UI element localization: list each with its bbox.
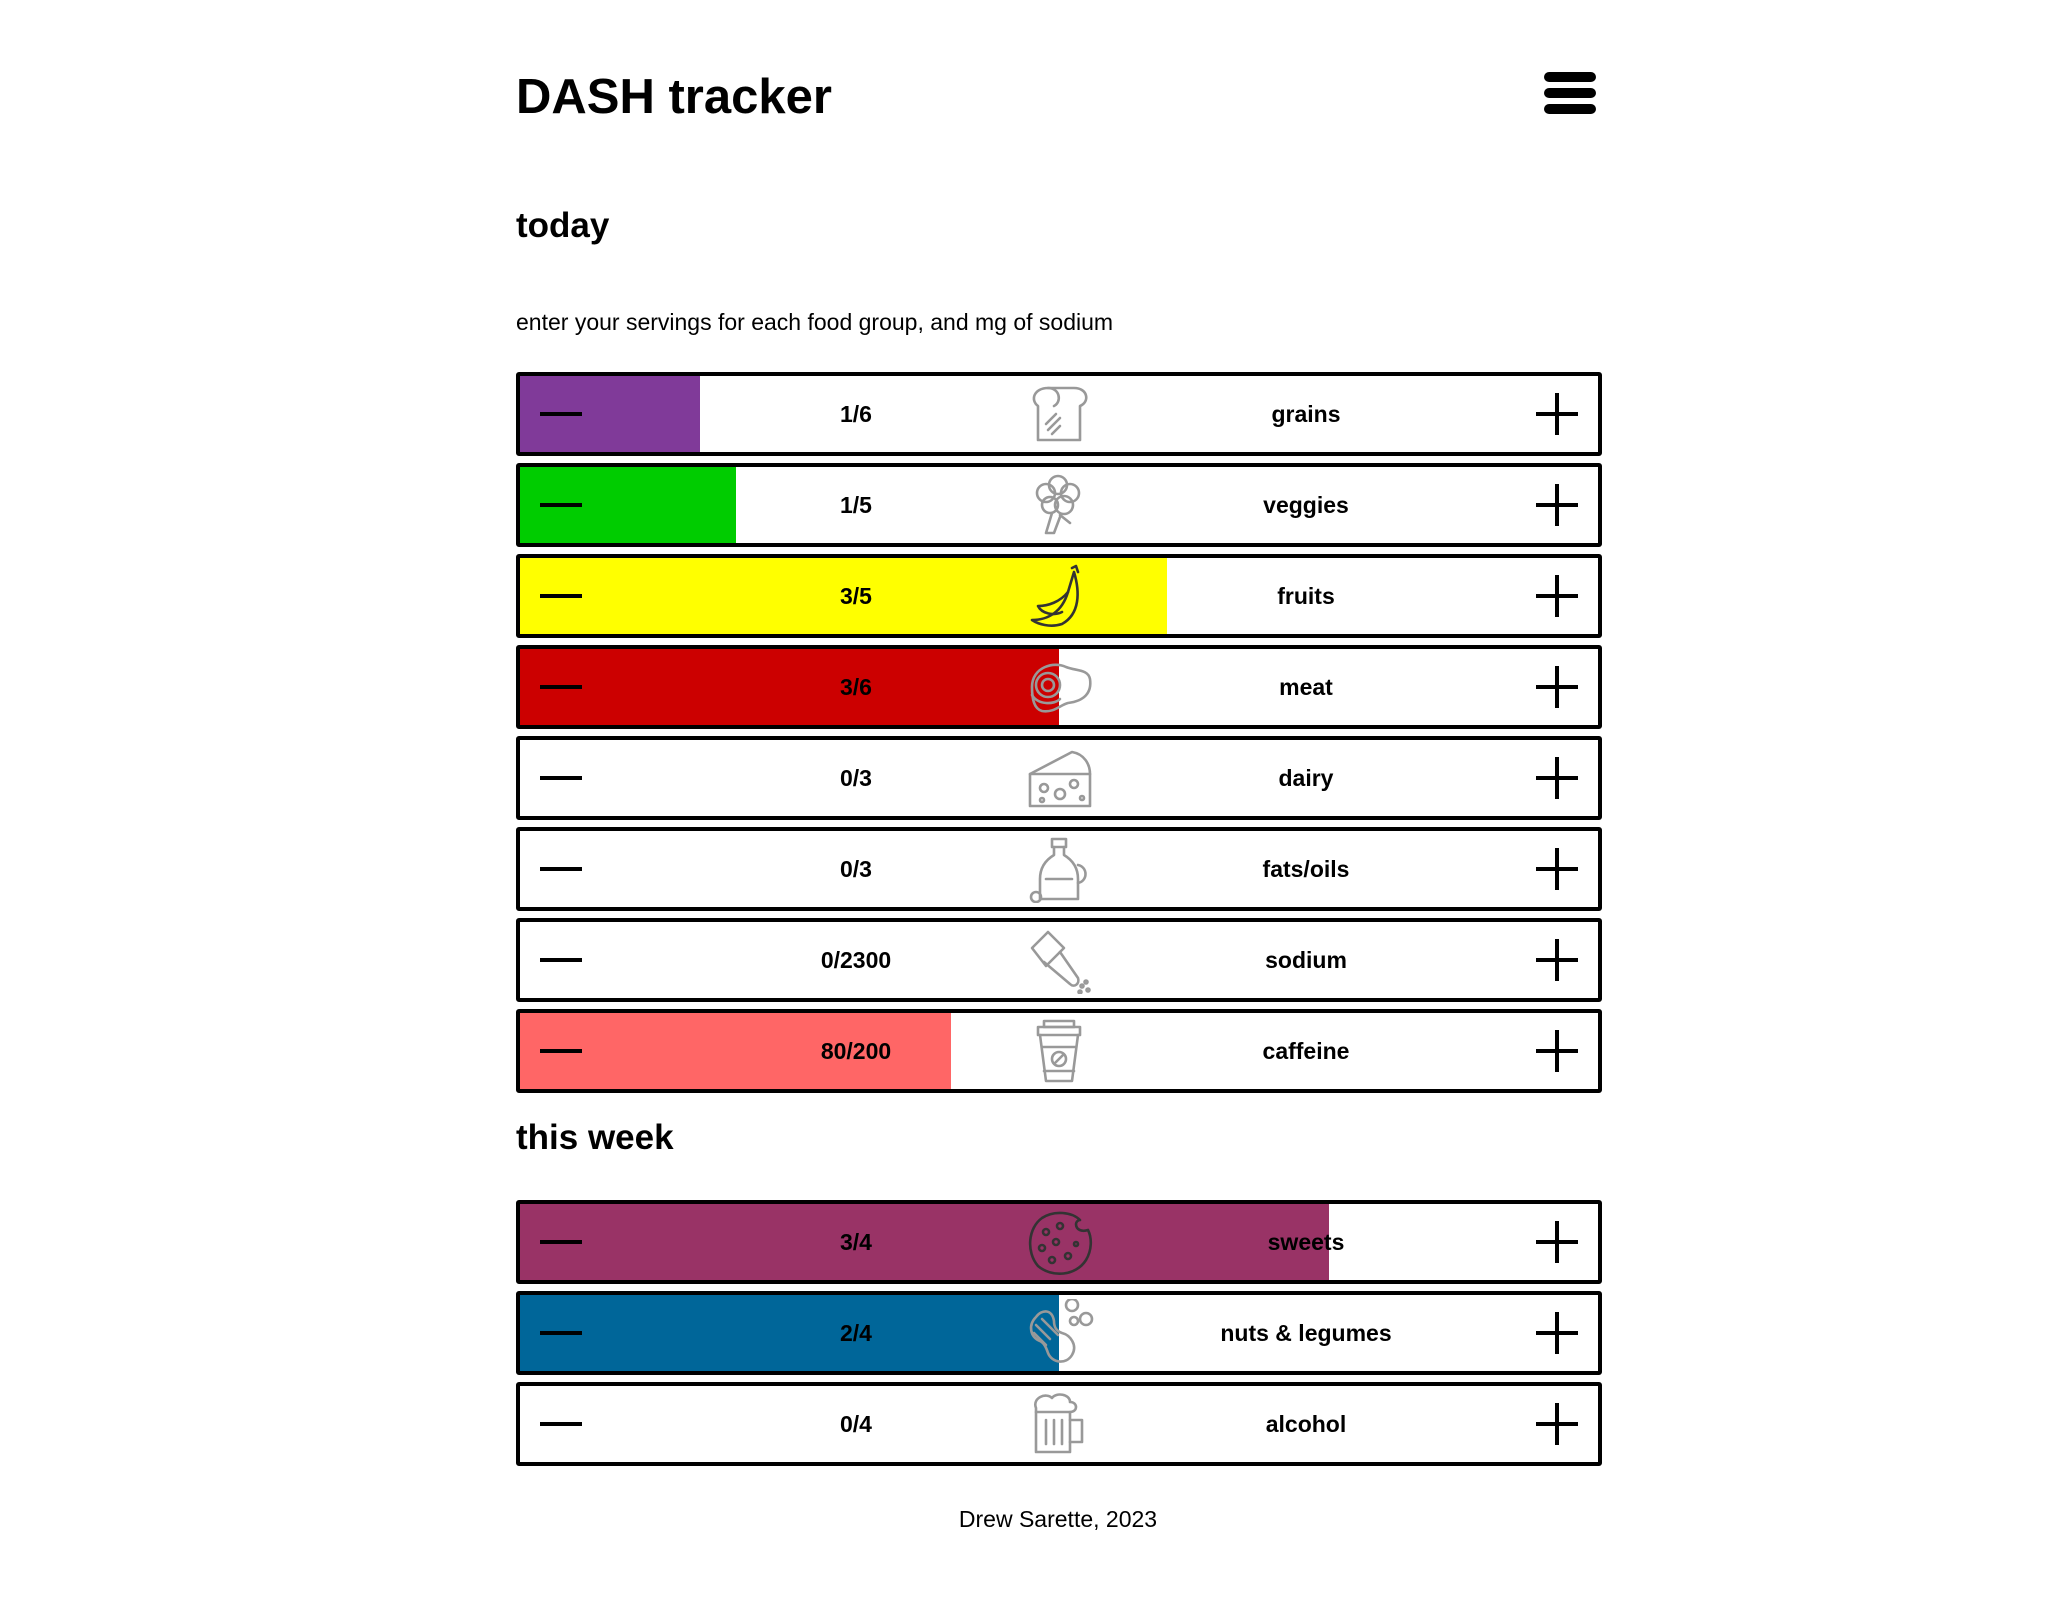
tracker-row-grains: 1/6 grains <box>516 372 1602 456</box>
count-dairy: 0/3 <box>840 765 872 791</box>
salt-shaker-icon <box>1024 926 1094 995</box>
steak-icon <box>1024 653 1094 721</box>
count-caffeine: 80/200 <box>820 1038 892 1064</box>
increment-caffeine-button[interactable] <box>1518 1013 1598 1089</box>
increment-meat-button[interactable] <box>1518 649 1598 725</box>
oil-bottle-icon <box>1024 835 1094 904</box>
increment-sweets-button[interactable] <box>1518 1204 1598 1280</box>
minus-icon <box>540 776 582 780</box>
minus-icon <box>540 503 582 507</box>
increment-fruits-button[interactable] <box>1518 558 1598 634</box>
decrement-fats-oils-button[interactable] <box>520 831 600 907</box>
count-fats-oils: 0/3 <box>840 856 872 882</box>
banana-icon <box>1024 562 1094 630</box>
label-alcohol: alcohol <box>1265 1411 1347 1437</box>
tracker-row-alcohol: 0/4 alcohol <box>516 1382 1602 1466</box>
label-dairy: dairy <box>1278 765 1334 791</box>
instructions-text: enter your servings for each food group,… <box>516 309 1114 335</box>
decrement-caffeine-button[interactable] <box>520 1013 600 1089</box>
beer-mug-icon <box>1024 1390 1094 1458</box>
label-fats-oils: fats/oils <box>1262 856 1350 882</box>
count-fruits: 3/5 <box>840 583 872 609</box>
decrement-sodium-button[interactable] <box>520 922 600 998</box>
tracker-row-sodium: 0/2300 sodium <box>516 918 1602 1002</box>
tracker-row-veggies: 1/5 veggies <box>516 463 1602 547</box>
footer-credit: Drew Sarette, 2023 <box>958 1506 1158 1532</box>
count-nuts-and-legumes: 2/4 <box>840 1320 872 1346</box>
tracker-row-meat: 3/6 meat <box>516 645 1602 729</box>
this-week-heading: this week <box>516 1118 674 1157</box>
broccoli-icon <box>1024 471 1094 539</box>
label-sodium: sodium <box>1265 947 1347 973</box>
count-alcohol: 0/4 <box>840 1411 872 1437</box>
increment-fats-oils-button[interactable] <box>1518 831 1598 907</box>
label-fruits: fruits <box>1277 583 1335 609</box>
minus-icon <box>540 1331 582 1335</box>
count-meat: 3/6 <box>840 674 872 700</box>
minus-icon <box>540 594 582 598</box>
increment-veggies-button[interactable] <box>1518 467 1598 543</box>
minus-icon <box>540 1240 582 1244</box>
tracker-row-fats-oils: 0/3 fats/oils <box>516 827 1602 911</box>
today-heading: today <box>516 206 610 245</box>
cookie-icon <box>1024 1208 1094 1276</box>
tracker-row-nuts-and-legumes: 2/4 nuts & legumes <box>516 1291 1602 1375</box>
decrement-veggies-button[interactable] <box>520 467 600 543</box>
tracker-row-caffeine: 80/200 caffeine <box>516 1009 1602 1093</box>
label-caffeine: caffeine <box>1262 1038 1350 1064</box>
minus-icon <box>540 412 582 416</box>
label-sweets: sweets <box>1267 1229 1345 1255</box>
increment-alcohol-button[interactable] <box>1518 1386 1598 1462</box>
minus-icon <box>540 1422 582 1426</box>
label-veggies: veggies <box>1263 492 1349 518</box>
increment-sodium-button[interactable] <box>1518 922 1598 998</box>
label-meat: meat <box>1279 674 1333 700</box>
minus-icon <box>540 867 582 871</box>
decrement-grains-button[interactable] <box>520 376 600 452</box>
cheese-icon <box>1024 744 1094 812</box>
app-header: DASH tracker <box>516 62 1600 132</box>
minus-icon <box>540 685 582 689</box>
decrement-alcohol-button[interactable] <box>520 1386 600 1462</box>
count-grains: 1/6 <box>840 401 872 427</box>
decrement-meat-button[interactable] <box>520 649 600 725</box>
hamburger-menu-icon[interactable] <box>1544 72 1596 116</box>
increment-grains-button[interactable] <box>1518 376 1598 452</box>
decrement-sweets-button[interactable] <box>520 1204 600 1280</box>
label-nuts-and-legumes: nuts & legumes <box>1220 1320 1392 1346</box>
count-sodium: 0/2300 <box>820 947 892 973</box>
increment-dairy-button[interactable] <box>1518 740 1598 816</box>
peanut-icon <box>1024 1297 1094 1367</box>
tracker-row-fruits: 3/5 fruits <box>516 554 1602 638</box>
minus-icon <box>540 1049 582 1053</box>
increment-nuts-and-legumes-button[interactable] <box>1518 1295 1598 1371</box>
decrement-fruits-button[interactable] <box>520 558 600 634</box>
tracker-row-dairy: 0/3 dairy <box>516 736 1602 820</box>
count-veggies: 1/5 <box>840 492 872 518</box>
count-sweets: 3/4 <box>840 1229 872 1255</box>
decrement-dairy-button[interactable] <box>520 740 600 816</box>
minus-icon <box>540 958 582 962</box>
tracker-row-sweets: 3/4 sweets <box>516 1200 1602 1284</box>
decrement-nuts-and-legumes-button[interactable] <box>520 1295 600 1371</box>
coffee-cup-icon <box>1024 1017 1094 1085</box>
label-grains: grains <box>1271 401 1341 427</box>
app-title: DASH tracker <box>516 70 832 124</box>
bread-icon <box>1024 380 1094 448</box>
